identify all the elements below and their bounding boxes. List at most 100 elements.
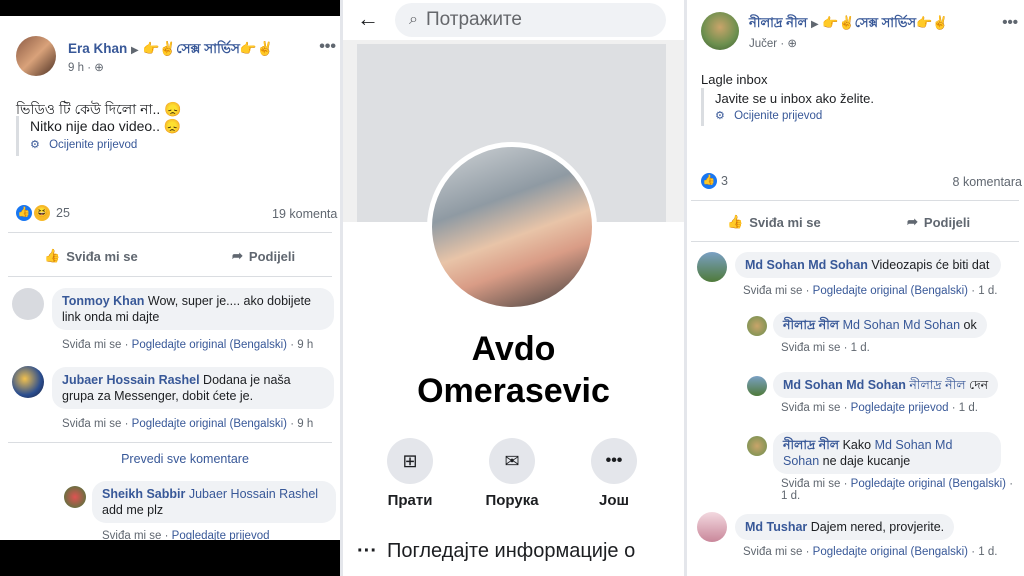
search-placeholder: Потражите bbox=[425, 9, 522, 30]
translation-bar bbox=[16, 116, 19, 156]
reply-author[interactable]: নীলাদ্র নীল bbox=[783, 438, 839, 452]
comment-count[interactable]: 19 komenta bbox=[272, 207, 337, 221]
post-time[interactable]: 9 h bbox=[68, 62, 84, 74]
bottom-black-bar bbox=[0, 540, 340, 576]
profile-name: Avdo Omerasevic bbox=[343, 328, 684, 412]
nilad-nil-avatar[interactable] bbox=[747, 436, 767, 456]
reply-text: ne daje kucanje bbox=[822, 454, 911, 468]
translation-bar bbox=[701, 88, 704, 126]
more-dots-icon: ··· bbox=[357, 540, 377, 562]
commenter-name[interactable]: Tonmoy Khan bbox=[62, 294, 144, 308]
more-options-icon[interactable]: ••• bbox=[319, 38, 336, 56]
comment-time[interactable]: 1 d. bbox=[978, 546, 997, 558]
comment-like-link[interactable]: Sviđa mi se bbox=[62, 339, 121, 351]
post-author[interactable]: Era Khan bbox=[68, 41, 127, 56]
group-name[interactable]: 👉✌️সেক্স সার্ভিস👉✌️ bbox=[822, 15, 948, 30]
message-label: Порука bbox=[485, 492, 539, 509]
reply-time[interactable]: 1 d. bbox=[851, 342, 870, 354]
globe-icon: · ⊕ bbox=[87, 62, 104, 74]
comment-bubble: Tonmoy Khan Wow, super je.... ako dobije… bbox=[52, 288, 334, 330]
like-label: Sviđa mi se bbox=[749, 214, 821, 230]
comment-like-link[interactable]: Sviđa mi se bbox=[743, 285, 802, 297]
reply-mention[interactable]: নীলাদ্র নীল bbox=[909, 378, 965, 392]
post-original-text: Lagle inbox bbox=[701, 72, 768, 87]
reply-like-link[interactable]: Sviđa mi se bbox=[781, 478, 840, 490]
reply-like-link[interactable]: Sviđa mi se bbox=[781, 342, 840, 354]
more-options-icon[interactable]: ••• bbox=[1002, 14, 1018, 31]
translate-all-comments[interactable]: Prevedi sve komentare bbox=[0, 452, 340, 466]
reply-author[interactable]: Sheikh Sabbir bbox=[102, 487, 185, 501]
reply-mention[interactable]: Md Sohan Md Sohan bbox=[843, 318, 960, 332]
commenter-name[interactable]: Md Tushar bbox=[745, 520, 807, 534]
comment-text: Videozapis će biti dat bbox=[871, 258, 990, 272]
reply-text: Kako bbox=[842, 438, 872, 452]
jubaer-avatar[interactable] bbox=[12, 366, 44, 398]
md-tushar-avatar[interactable] bbox=[697, 512, 727, 542]
comment-count[interactable]: 8 komentara bbox=[953, 175, 1022, 189]
tonmoy-khan-avatar[interactable] bbox=[12, 288, 44, 320]
see-original-link[interactable]: Pogledajte original (Bengalski) bbox=[132, 339, 287, 351]
commenter-name[interactable]: Md Sohan Md Sohan bbox=[745, 258, 868, 272]
era-khan-avatar[interactable] bbox=[16, 36, 56, 76]
like-button[interactable]: 👍 Sviđa mi se bbox=[727, 214, 821, 230]
reply-author[interactable]: Md Sohan Md Sohan bbox=[783, 378, 906, 392]
reactions-summary[interactable]: 👍 😆 25 bbox=[16, 205, 70, 221]
group-name[interactable]: 👉✌️সেক্স সার্ভিস👉✌️ bbox=[143, 41, 274, 56]
share-arrow-icon: ➦ bbox=[907, 214, 918, 229]
share-button[interactable]: ➦ Podijeli bbox=[232, 248, 295, 264]
md-sohan-avatar[interactable] bbox=[747, 376, 767, 396]
search-bar[interactable]: ⌕ Потражите bbox=[395, 3, 666, 37]
reply-like-link[interactable]: Sviđa mi se bbox=[781, 402, 840, 414]
more-dots-icon: ••• bbox=[605, 452, 623, 469]
divider bbox=[691, 200, 1019, 201]
reply-author[interactable]: নীলাদ্র নীল bbox=[783, 318, 839, 332]
back-arrow-icon[interactable]: ← bbox=[357, 6, 379, 32]
like-button[interactable]: 👍 Sviđa mi se bbox=[44, 248, 138, 264]
comment-like-link[interactable]: Sviđa mi se bbox=[743, 546, 802, 558]
profile-picture[interactable] bbox=[427, 142, 597, 312]
reply-text: ok bbox=[963, 318, 977, 332]
see-original-link[interactable]: Pogledajte original (Bengalski) bbox=[813, 546, 968, 558]
sheikh-sabbir-avatar[interactable] bbox=[64, 486, 86, 508]
rate-translation-link[interactable]: Ocijenite prijevod bbox=[734, 110, 822, 122]
like-reaction-icon: 👍 bbox=[701, 173, 717, 189]
more-button[interactable]: ••• bbox=[591, 438, 637, 484]
see-translation-link[interactable]: Pogledajte prijevod bbox=[851, 402, 949, 414]
see-original-link[interactable]: Pogledajte original (Bengalski) bbox=[132, 418, 287, 430]
reply-text: add me plz bbox=[102, 503, 164, 517]
comment-time[interactable]: 9 h bbox=[297, 418, 313, 430]
caret-right-icon: ▶ bbox=[131, 45, 139, 56]
left-post-panel: Era Khan ▶ 👉✌️সেক্স সার্ভিস👉✌️ 9 h · ⊕ •… bbox=[0, 0, 340, 576]
post-author[interactable]: নীলাদ্র নীল bbox=[749, 15, 807, 30]
reply-bubble: Sheikh Sabbir Jubaer Hossain Rashel add … bbox=[92, 481, 336, 523]
reply-bubble: নীলাদ্র নীল Md Sohan Md Sohan ok bbox=[773, 312, 987, 338]
comment-text: Dajem nered, provjerite. bbox=[810, 520, 945, 534]
see-original-link[interactable]: Pogledajte original (Bengalski) bbox=[813, 285, 968, 297]
reply-mention[interactable]: Jubaer Hossain Rashel bbox=[189, 487, 318, 501]
follow-button[interactable]: ⊞ bbox=[387, 438, 433, 484]
nilad-nil-avatar[interactable] bbox=[701, 12, 739, 50]
reply-time[interactable]: 1 d. bbox=[781, 490, 800, 502]
md-sohan-avatar[interactable] bbox=[697, 252, 727, 282]
comment-bubble: Md Sohan Md Sohan Videozapis će biti dat bbox=[735, 252, 1001, 278]
see-info-row[interactable]: ··· Погледајте информације о bbox=[357, 540, 635, 563]
reply-time[interactable]: 1 d. bbox=[959, 402, 978, 414]
message-button[interactable]: ✉ bbox=[489, 438, 535, 484]
comment-time[interactable]: 1 d. bbox=[978, 285, 997, 297]
see-original-link[interactable]: Pogledajte original (Bengalski) bbox=[851, 478, 1006, 490]
messenger-icon: ✉ bbox=[504, 450, 520, 471]
share-arrow-icon: ➦ bbox=[232, 248, 243, 263]
nilad-nil-avatar[interactable] bbox=[747, 316, 767, 336]
reaction-count: 3 bbox=[721, 174, 728, 188]
comment-time[interactable]: 9 h bbox=[297, 339, 313, 351]
comment-bubble: Md Tushar Dajem nered, provjerite. bbox=[735, 514, 955, 540]
commenter-name[interactable]: Jubaer Hossain Rashel bbox=[62, 373, 200, 387]
reactions-summary[interactable]: 👍 3 bbox=[701, 173, 728, 189]
comment-like-link[interactable]: Sviđa mi se bbox=[62, 418, 121, 430]
see-info-label: Погледајте информације о bbox=[386, 540, 636, 562]
rate-translation-link[interactable]: Ocijenite prijevod bbox=[49, 139, 137, 151]
divider bbox=[8, 442, 332, 443]
globe-icon: · ⊕ bbox=[780, 38, 797, 50]
post-time[interactable]: Jučer bbox=[749, 38, 777, 50]
share-button[interactable]: ➦ Podijeli bbox=[907, 214, 970, 230]
